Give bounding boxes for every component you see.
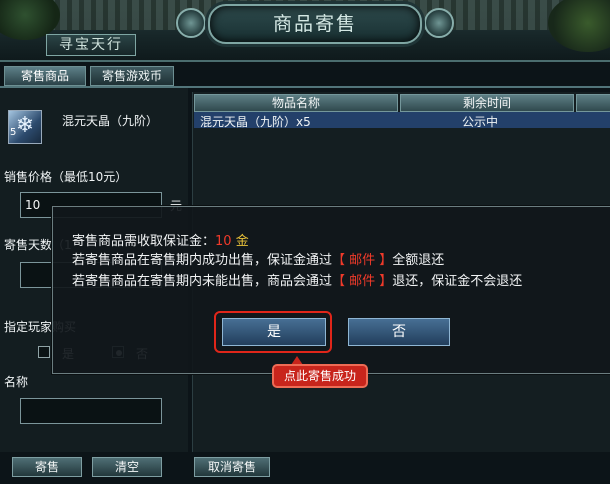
tooltip-click-success: 点此寄售成功 bbox=[272, 364, 368, 388]
column-header-remaining-time[interactable]: 剩余时间 bbox=[400, 94, 574, 112]
fail-suffix: 退还，保证金不会退还 bbox=[392, 274, 523, 289]
fail-text: 若寄售商品在寄售期内未能出售，商品会通过 bbox=[72, 274, 333, 289]
deposit-unit: 金 bbox=[235, 234, 249, 249]
name-label: 名称 bbox=[4, 375, 29, 389]
cancel-sell-button[interactable]: 取消寄售 bbox=[194, 457, 270, 477]
dialog-line-success: 若寄售商品在寄售期内成功出售，保证金通过【 邮件 】全额退还 bbox=[72, 249, 444, 268]
row-remaining-time: 公示中 bbox=[462, 115, 499, 129]
confirm-no-button[interactable]: 否 bbox=[348, 318, 450, 346]
column-header-extra[interactable] bbox=[576, 94, 610, 112]
mail-link: 【 邮件 】 bbox=[332, 274, 393, 289]
success-suffix: 全额退还 bbox=[392, 253, 445, 268]
window-title: 商品寄售 bbox=[208, 4, 422, 44]
success-text: 若寄售商品在寄售期内成功出售，保证金通过 bbox=[72, 253, 333, 268]
player-name-input[interactable] bbox=[20, 398, 162, 424]
price-label: 销售价格（最低10元） bbox=[4, 170, 128, 184]
window-subtitle: 寻宝天行 bbox=[46, 34, 136, 56]
tab-sell-item[interactable]: 寄售商品 bbox=[4, 66, 86, 86]
mail-link: 【 邮件 】 bbox=[332, 253, 393, 268]
column-header-item-name[interactable]: 物品名称 bbox=[194, 94, 398, 112]
item-count: 5 bbox=[10, 127, 17, 138]
tab-sell-currency[interactable]: 寄售游戏币 bbox=[90, 66, 174, 86]
row-item-name: 混元天晶（九阶）x5 bbox=[200, 115, 311, 129]
clear-button[interactable]: 清空 bbox=[92, 457, 162, 477]
item-name: 混元天晶（九阶） bbox=[62, 114, 159, 128]
radio-yes[interactable] bbox=[38, 346, 50, 358]
ornament-icon bbox=[176, 8, 206, 38]
ornament-icon bbox=[424, 8, 454, 38]
sell-button[interactable]: 寄售 bbox=[12, 457, 82, 477]
dialog-line-deposit: 寄售商品需收取保证金：10 金 bbox=[72, 230, 249, 249]
confirm-yes-button[interactable]: 是 bbox=[222, 318, 326, 346]
deposit-text: 寄售商品需收取保证金： bbox=[72, 234, 216, 249]
deposit-amount: 10 bbox=[215, 234, 232, 249]
dialog-line-fail: 若寄售商品在寄售期内未能出售，商品会通过【 邮件 】退还，保证金不会退还 bbox=[72, 270, 522, 289]
